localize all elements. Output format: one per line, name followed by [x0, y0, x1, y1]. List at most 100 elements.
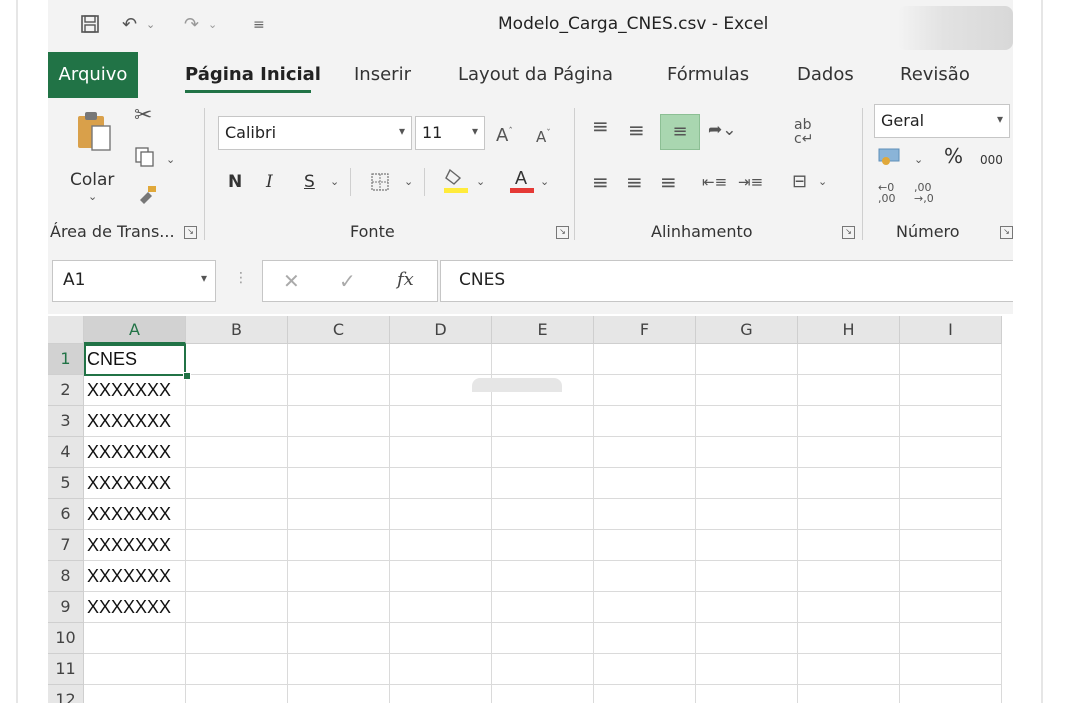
clipboard-launcher-icon[interactable]: ↘: [184, 226, 197, 239]
align-center-icon[interactable]: ≡: [626, 172, 643, 192]
cell-a6[interactable]: XXXXXXX: [84, 499, 186, 530]
column-header-h[interactable]: H: [798, 316, 900, 344]
fill-handle[interactable]: [183, 372, 191, 380]
cell-d3[interactable]: [390, 406, 492, 437]
cell-e4[interactable]: [492, 437, 594, 468]
cell-b2[interactable]: [186, 375, 288, 406]
redo-icon[interactable]: ↷: [184, 14, 199, 36]
cell-i9[interactable]: [900, 592, 1002, 623]
italic-button[interactable]: I: [266, 172, 273, 192]
align-bottom-icon[interactable]: ≡: [660, 114, 700, 150]
cell-h12[interactable]: [798, 685, 900, 703]
cell-f12[interactable]: [594, 685, 696, 703]
column-header-i[interactable]: I: [900, 316, 1002, 344]
cell-g1[interactable]: [696, 344, 798, 375]
cell-d11[interactable]: [390, 654, 492, 685]
row-header-6[interactable]: 6: [48, 499, 84, 530]
cell-a2[interactable]: XXXXXXX: [84, 375, 186, 406]
cell-a11[interactable]: [84, 654, 186, 685]
merge-dropdown-icon[interactable]: ⌄: [818, 172, 827, 192]
tab-page-layout[interactable]: Layout da Página: [458, 64, 613, 85]
cell-f1[interactable]: [594, 344, 696, 375]
borders-dropdown-icon[interactable]: ⌄: [404, 172, 413, 192]
cell-d4[interactable]: [390, 437, 492, 468]
cell-g9[interactable]: [696, 592, 798, 623]
cell-b5[interactable]: [186, 468, 288, 499]
cell-g8[interactable]: [696, 561, 798, 592]
format-painter-icon[interactable]: [136, 184, 158, 209]
cell-c2[interactable]: [288, 375, 390, 406]
cell-b1[interactable]: [186, 344, 288, 375]
column-header-f[interactable]: F: [594, 316, 696, 344]
formula-input[interactable]: CNES: [440, 260, 1013, 302]
cancel-icon[interactable]: ✕: [283, 269, 300, 293]
tab-data[interactable]: Dados: [797, 64, 854, 85]
row-header-7[interactable]: 7: [48, 530, 84, 561]
cell-i5[interactable]: [900, 468, 1002, 499]
number-launcher-icon[interactable]: ↘: [1000, 226, 1013, 239]
cell-f9[interactable]: [594, 592, 696, 623]
fill-color-dropdown-icon[interactable]: ⌄: [476, 172, 485, 192]
cell-h6[interactable]: [798, 499, 900, 530]
cell-e6[interactable]: [492, 499, 594, 530]
cell-c5[interactable]: [288, 468, 390, 499]
cell-d9[interactable]: [390, 592, 492, 623]
cell-a12[interactable]: [84, 685, 186, 703]
cell-a3[interactable]: XXXXXXX: [84, 406, 186, 437]
cell-h10[interactable]: [798, 623, 900, 654]
cell-h2[interactable]: [798, 375, 900, 406]
increase-decimal-icon[interactable]: ←0,00: [878, 182, 896, 204]
cell-g4[interactable]: [696, 437, 798, 468]
cell-i4[interactable]: [900, 437, 1002, 468]
borders-icon[interactable]: [370, 172, 390, 197]
cell-a10[interactable]: [84, 623, 186, 654]
cell-b11[interactable]: [186, 654, 288, 685]
column-header-a[interactable]: A: [84, 316, 186, 344]
row-header-11[interactable]: 11: [48, 654, 84, 685]
cell-d8[interactable]: [390, 561, 492, 592]
row-header-2[interactable]: 2: [48, 375, 84, 406]
cell-g12[interactable]: [696, 685, 798, 703]
wrap-text-icon[interactable]: ab c↵: [794, 118, 813, 146]
save-icon[interactable]: [80, 14, 100, 36]
cell-a7[interactable]: XXXXXXX: [84, 530, 186, 561]
tab-review[interactable]: Revisão: [900, 64, 970, 85]
enter-icon[interactable]: ✓: [339, 269, 356, 293]
cell-c3[interactable]: [288, 406, 390, 437]
increase-indent-icon[interactable]: ⇥≡: [738, 172, 763, 192]
redo-dropdown-icon[interactable]: ⌄: [208, 14, 217, 36]
cell-c11[interactable]: [288, 654, 390, 685]
cell-g2[interactable]: [696, 375, 798, 406]
cell-e9[interactable]: [492, 592, 594, 623]
paste-button[interactable]: Colar ⌄: [68, 108, 128, 208]
cell-h3[interactable]: [798, 406, 900, 437]
cell-b9[interactable]: [186, 592, 288, 623]
cell-b8[interactable]: [186, 561, 288, 592]
cell-b3[interactable]: [186, 406, 288, 437]
cell-c6[interactable]: [288, 499, 390, 530]
underline-button[interactable]: S: [304, 172, 315, 192]
decrease-font-icon[interactable]: Aˇ: [536, 124, 551, 147]
align-middle-icon[interactable]: ≡: [628, 120, 645, 140]
fill-color-icon[interactable]: [444, 166, 468, 199]
cell-h9[interactable]: [798, 592, 900, 623]
font-launcher-icon[interactable]: ↘: [556, 226, 569, 239]
cell-h8[interactable]: [798, 561, 900, 592]
cell-d10[interactable]: [390, 623, 492, 654]
cell-d12[interactable]: [390, 685, 492, 703]
font-color-icon[interactable]: A: [510, 166, 534, 199]
tab-insert[interactable]: Inserir: [354, 64, 411, 85]
cell-g10[interactable]: [696, 623, 798, 654]
row-header-8[interactable]: 8: [48, 561, 84, 592]
number-format-dropdown[interactable]: Geral ▾: [874, 104, 1010, 138]
cell-a5[interactable]: XXXXXXX: [84, 468, 186, 499]
copy-icon[interactable]: [134, 146, 156, 173]
cell-e12[interactable]: [492, 685, 594, 703]
cell-i7[interactable]: [900, 530, 1002, 561]
cell-i11[interactable]: [900, 654, 1002, 685]
cell-f2[interactable]: [594, 375, 696, 406]
cell-b4[interactable]: [186, 437, 288, 468]
cell-e3[interactable]: [492, 406, 594, 437]
cell-g6[interactable]: [696, 499, 798, 530]
row-header-12[interactable]: 12: [48, 685, 84, 703]
